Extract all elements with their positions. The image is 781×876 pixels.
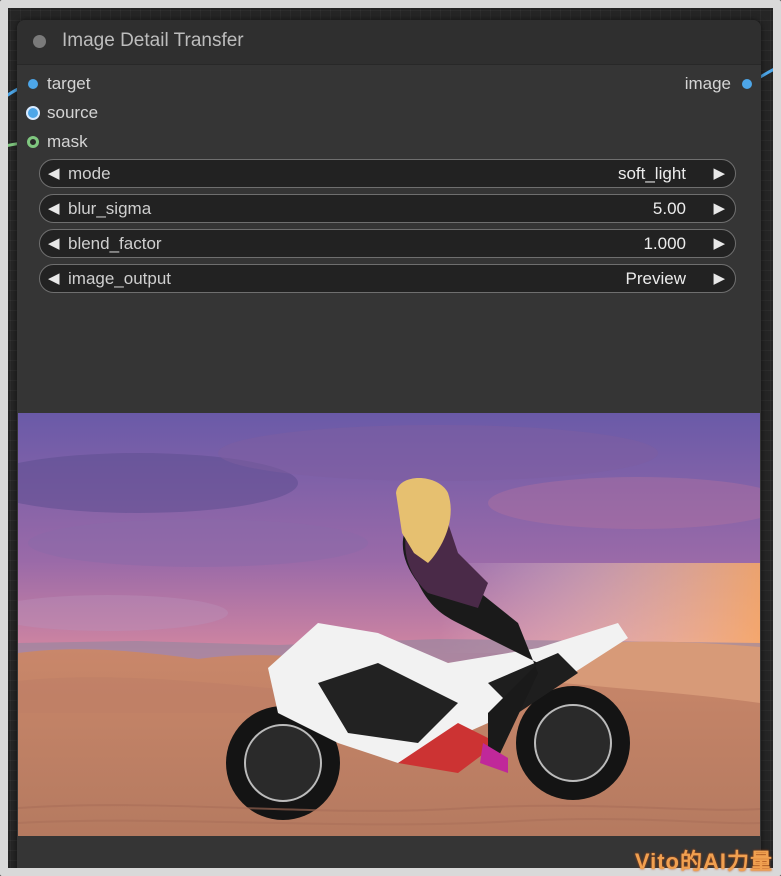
screenshot-border	[0, 0, 781, 876]
watermark: Vito的AI力量	[634, 849, 773, 874]
